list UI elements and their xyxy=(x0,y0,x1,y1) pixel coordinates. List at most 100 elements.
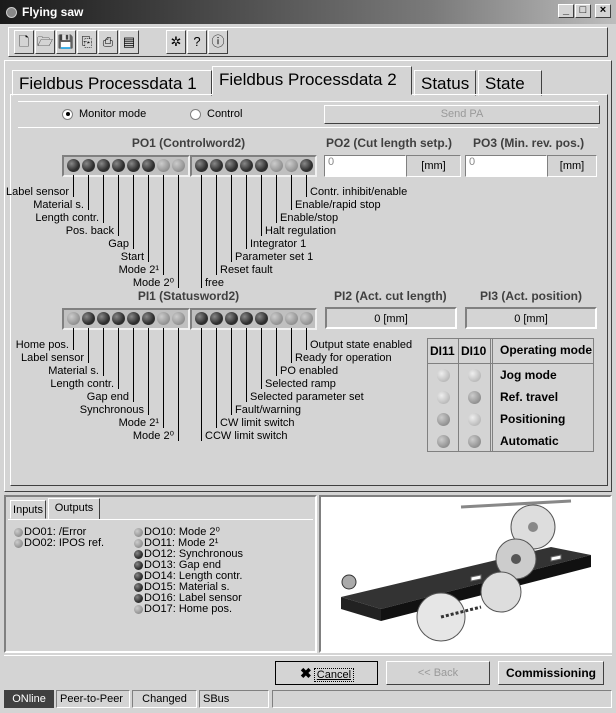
pi1-bit-label: CCW limit switch xyxy=(205,430,288,442)
pi1-bit-label: Gap end xyxy=(86,391,129,403)
radio-control[interactable]: Control xyxy=(190,108,242,120)
export-icon: ▤ xyxy=(122,34,136,49)
po1-bit-led xyxy=(300,159,313,172)
divider xyxy=(18,127,598,128)
flying-saw-illustration xyxy=(319,495,612,653)
tab-state[interactable]: State xyxy=(478,70,542,96)
new-button[interactable]: 🗋 xyxy=(14,30,34,54)
minimize-button[interactable]: _ xyxy=(558,4,574,18)
po1-bit-label: Enable/stop xyxy=(280,212,339,224)
po1-bit-label: Gap xyxy=(108,238,129,250)
close-button[interactable]: × xyxy=(595,4,611,18)
po1-bit-led xyxy=(240,159,253,172)
tab-outputs[interactable]: Outputs xyxy=(48,498,100,519)
pi1-bit-line xyxy=(118,328,119,389)
di11-led xyxy=(437,369,450,382)
po1-bit-line xyxy=(261,175,262,236)
pi1-bit-led xyxy=(82,312,95,325)
po1-bit-led xyxy=(82,159,95,172)
pi1-bit-line xyxy=(178,328,179,441)
output-led xyxy=(134,605,143,614)
pi1-bit-led xyxy=(210,312,223,325)
pi1-bit-label: Label sensor xyxy=(21,352,84,364)
divider xyxy=(428,363,593,364)
save-button[interactable]: 💾 xyxy=(56,30,76,54)
po1-bit-line xyxy=(306,175,307,197)
po1-bit-label: free xyxy=(205,277,224,289)
po1-title: PO1 (Controlword2) xyxy=(131,136,246,150)
title-bar: Flying saw _ □ × xyxy=(0,0,616,24)
po1-bit-label: Parameter set 1 xyxy=(235,251,314,263)
pi1-bit-line xyxy=(261,328,262,389)
export-button[interactable]: ▤ xyxy=(119,30,139,54)
maximize-button[interactable]: □ xyxy=(575,4,591,18)
pi1-bit-label: Ready for operation xyxy=(295,352,392,364)
output-led xyxy=(134,583,143,592)
pi1-bit-label: Mode 2⁰ xyxy=(132,430,174,442)
output-item: DO02: IPOS ref. xyxy=(24,537,105,549)
output-led xyxy=(134,528,143,537)
di11-led xyxy=(437,391,450,404)
di10-led xyxy=(468,369,481,382)
info-button[interactable]: ⓘ xyxy=(208,30,228,54)
po1-bit-led xyxy=(255,159,268,172)
help-button[interactable]: ? xyxy=(187,30,207,54)
po1-bit-line xyxy=(216,175,217,275)
pi2-title: PI2 (Act. cut length) xyxy=(334,289,447,303)
operating-mode-jog-mode: Jog mode xyxy=(500,368,557,382)
pi1-bit-line xyxy=(163,328,164,428)
bug-button[interactable]: ✲ xyxy=(166,30,186,54)
radio-monitor-mode[interactable]: Monitor mode xyxy=(62,108,146,120)
pi1-bit-line xyxy=(73,328,74,350)
open-button[interactable]: 🗁 xyxy=(35,30,55,54)
pi1-bit-led xyxy=(142,312,155,325)
po2-input[interactable]: 0 xyxy=(324,155,406,177)
po1-bit-line xyxy=(276,175,277,223)
po1-bit-led xyxy=(157,159,170,172)
pi1-bit-led xyxy=(172,312,185,325)
pi1-bit-label: Output state enabled xyxy=(310,339,413,351)
pi1-title: PI1 (Statusword2) xyxy=(137,289,240,303)
status-connection: Peer-to-Peer xyxy=(56,690,130,708)
print-icon: ⎙ xyxy=(102,34,114,49)
divider xyxy=(18,101,598,102)
po3-title: PO3 (Min. rev. pos.) xyxy=(473,136,585,150)
pi1-bit-label: Selected ramp xyxy=(265,378,336,390)
print-button[interactable]: ⎙ xyxy=(98,30,118,54)
back-button[interactable]: << Back xyxy=(386,661,490,685)
po1-bit-label: Halt regulation xyxy=(265,225,336,237)
po1-bit-line xyxy=(103,175,104,223)
help-icon: ? xyxy=(193,34,201,49)
output-led xyxy=(14,528,23,537)
status-changed: Changed xyxy=(132,690,197,708)
commissioning-button[interactable]: Commissioning xyxy=(498,661,604,685)
pi1-bit-led xyxy=(240,312,253,325)
po3-input[interactable]: 0 xyxy=(465,155,547,177)
copy-button[interactable]: ⎘ xyxy=(77,30,97,54)
bug-icon: ✲ xyxy=(170,34,182,49)
copy-icon: ⎘ xyxy=(81,34,93,49)
pi3-title: PI3 (Act. position) xyxy=(480,289,582,303)
tab-inputs[interactable]: Inputs xyxy=(10,500,46,519)
pi1-bit-line xyxy=(231,328,232,415)
pi1-bit-label: Length contr. xyxy=(50,378,114,390)
di11-led xyxy=(437,413,450,426)
pi1-bit-led xyxy=(157,312,170,325)
po1-bit-label: Enable/rapid stop xyxy=(295,199,381,211)
di10-led xyxy=(468,435,481,448)
tab-status[interactable]: Status xyxy=(414,70,476,96)
send-pa-button[interactable]: Send PA xyxy=(324,105,600,124)
header-operating-mode: Operating mode xyxy=(500,343,593,357)
divider xyxy=(8,519,313,520)
pi1-bit-line xyxy=(148,328,149,415)
tab-fieldbus-processdata-1[interactable]: Fieldbus Processdata 1 xyxy=(12,70,212,96)
po1-bit-label: Label sensor xyxy=(6,186,69,198)
po1-bit-led xyxy=(285,159,298,172)
output-led xyxy=(134,550,143,559)
cancel-button[interactable]: ✖ Cancel xyxy=(275,661,378,685)
pi1-bit-line xyxy=(103,328,104,376)
pi1-bit-label: Selected parameter set xyxy=(250,391,364,403)
tab-fieldbus-processdata-2[interactable]: Fieldbus Processdata 2 xyxy=(212,66,412,95)
new-icon: 🗋 xyxy=(18,34,30,49)
open-icon: 🗁 xyxy=(36,34,54,49)
